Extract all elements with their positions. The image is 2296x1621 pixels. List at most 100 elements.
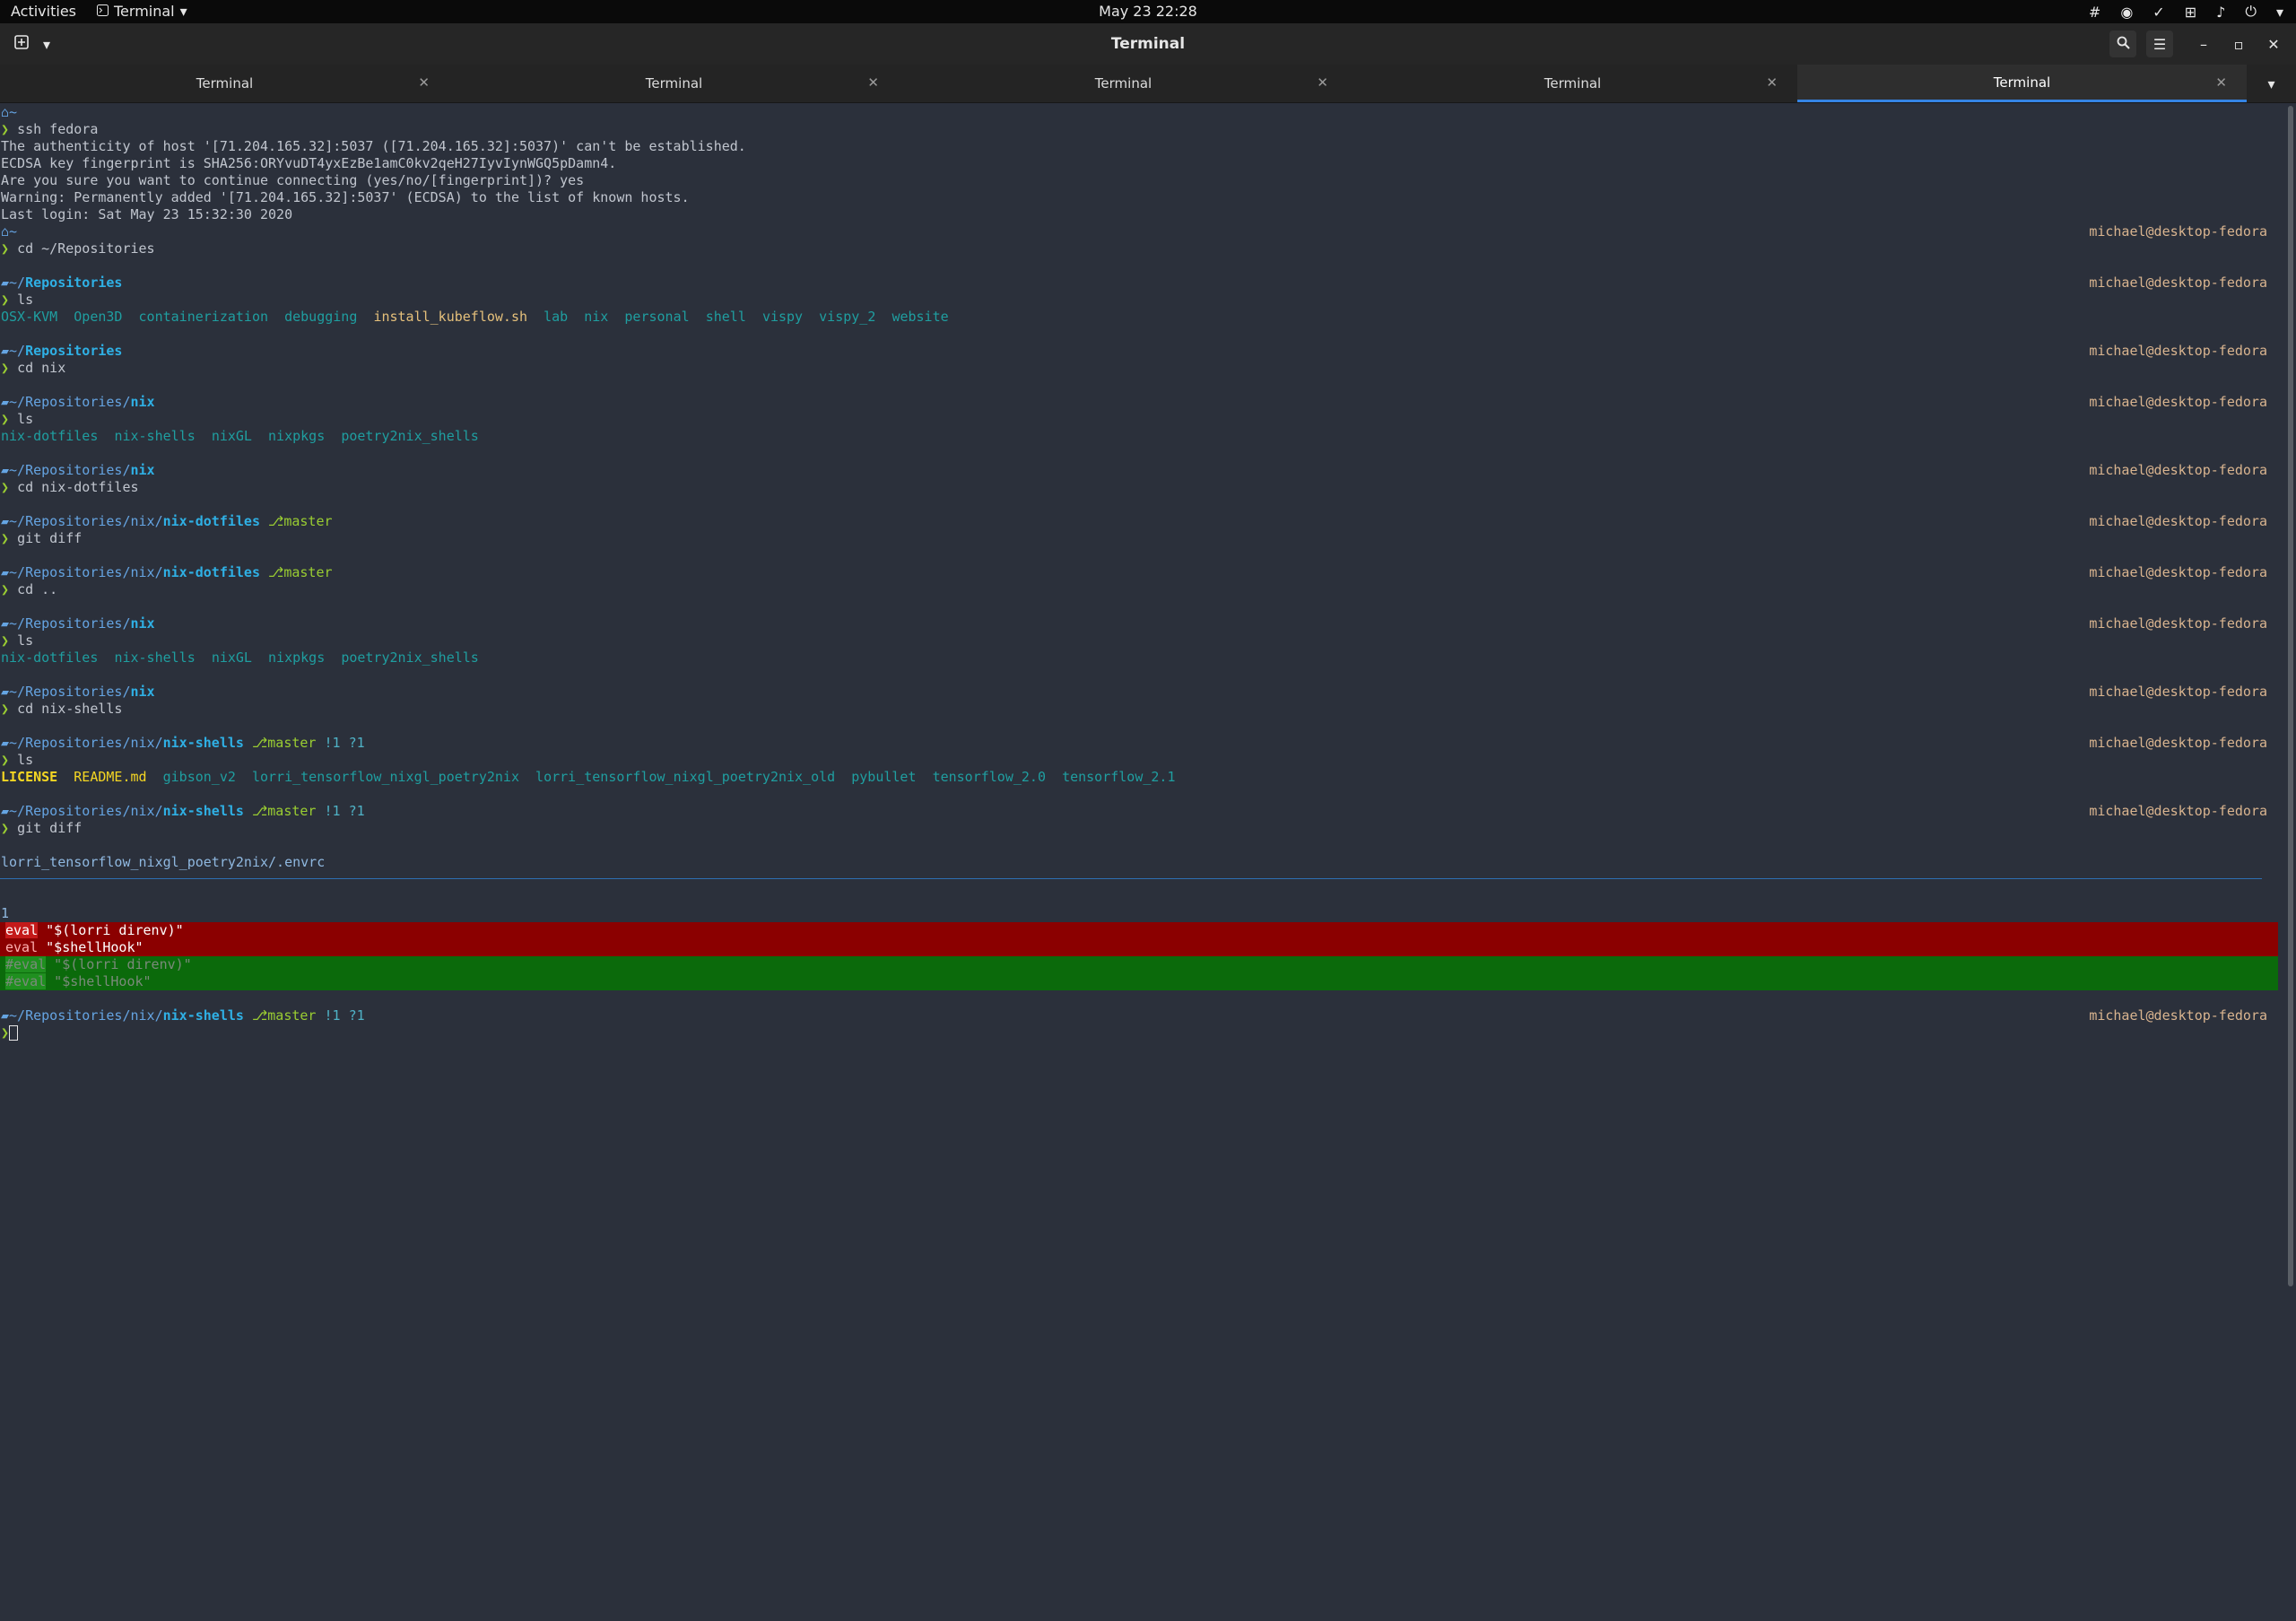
ls-entry: tensorflow_2.0 <box>932 769 1046 785</box>
prompt-char: ❯ <box>1 701 10 717</box>
diff-removed-line <box>0 922 2278 939</box>
command-text: cd .. <box>17 581 58 597</box>
command-text: ls <box>17 752 34 768</box>
command-line: ❯ ls <box>1 752 33 769</box>
home-icon: ⌂ <box>1 223 10 240</box>
prompt-char: ❯ <box>1 820 10 836</box>
folder-icon: ▰ <box>1 394 10 410</box>
prompt-char: ❯ <box>1 1024 10 1041</box>
prompt-host: michael@desktop-fedora <box>2089 462 2267 478</box>
command-text: cd nix-shells <box>17 701 123 717</box>
path-current: Repositories <box>25 343 123 359</box>
network-icon[interactable]: ⊞ <box>2185 4 2196 21</box>
discord-icon[interactable]: ◉ <box>2120 4 2133 21</box>
diff-removed-text: eval "$(lorri direnv)" <box>5 922 184 939</box>
command-text: cd nix-dotfiles <box>17 479 139 495</box>
tab-terminal-1[interactable]: Terminal ✕ <box>0 65 449 102</box>
power-icon[interactable]: ⏻ <box>2245 3 2257 21</box>
command-line: ❯ ls <box>1 411 33 428</box>
close-tab-icon[interactable]: ✕ <box>1317 74 1328 91</box>
ls-entry: debugging <box>284 309 358 325</box>
diff-keyword: eval <box>5 939 39 955</box>
path-text: ~/Repositories/nix/ <box>9 735 163 751</box>
diff-file-name: lorri_tensorflow_nixgl_poetry2nix/.envrc <box>1 854 326 870</box>
ls-entry: lorri_tensorflow_nixgl_poetry2nix <box>251 769 519 785</box>
command-line: ❯ cd nix-dotfiles <box>1 479 139 496</box>
tab-label: Terminal <box>1544 75 1602 92</box>
path-text: ~/Repositories/ <box>9 684 131 700</box>
path-text: ~/Repositories/nix/ <box>9 1007 163 1024</box>
maximize-button[interactable]: ▫ <box>2225 31 2252 57</box>
path-text: ~ <box>9 104 18 120</box>
diff-added-text: #eval "$(lorri direnv)" <box>5 956 192 973</box>
system-top-bar: Activities Terminal ▾ May 23 22:28 # ◉ ✓… <box>0 0 2296 23</box>
ls-entry: nix-shells <box>114 649 196 666</box>
path-current: nix-shells <box>162 735 244 751</box>
minimize-button[interactable]: – <box>2190 31 2217 57</box>
diff-added-text: #eval "$shellHook" <box>5 973 152 990</box>
tab-label: Terminal <box>196 75 254 92</box>
command-line[interactable]: ❯ <box>1 1024 19 1041</box>
command-text: cd ~/Repositories <box>17 240 155 257</box>
command-line: ❯ git diff <box>1 530 82 547</box>
diff-hunk-line: 1 <box>1 905 10 921</box>
ls-entry: Open3D <box>74 309 123 325</box>
close-tab-icon[interactable]: ✕ <box>867 74 879 91</box>
ls-entry: nix-dotfiles <box>1 649 99 666</box>
command-text: cd nix <box>17 360 66 376</box>
command-line: ❯ cd ~/Repositories <box>1 240 155 257</box>
prompt-char: ❯ <box>1 360 10 376</box>
tab-terminal-4[interactable]: Terminal ✕ <box>1348 65 1797 102</box>
diff-keyword: #eval <box>5 973 47 989</box>
ls-entry: nix-shells <box>114 428 196 444</box>
diff-keyword: eval <box>5 922 39 938</box>
tab-terminal-5[interactable]: Terminal ✕ <box>1797 65 2247 102</box>
check-circle-icon[interactable]: ✓ <box>2152 4 2164 21</box>
chevron-down-icon[interactable]: ▾ <box>2276 4 2283 21</box>
scrollbar-thumb[interactable] <box>2288 106 2293 1286</box>
menu-button[interactable]: ☰ <box>2146 31 2173 57</box>
terminal-scrollbar[interactable] <box>2287 104 2294 1288</box>
prompt-path: ⌂~ <box>1 223 17 240</box>
tab-terminal-2[interactable]: Terminal ✕ <box>449 65 899 102</box>
prompt-host: michael@desktop-fedora <box>2089 803 2267 819</box>
diff-removed-line <box>0 939 2278 956</box>
system-tray[interactable]: # ◉ ✓ ⊞ ♪ ⏻ ▾ <box>2089 3 2283 21</box>
tab-label: Terminal <box>1094 75 1152 92</box>
command-line: ❯ ssh fedora <box>1 121 98 138</box>
git-branch: master <box>267 803 317 819</box>
ls-entry: pybullet <box>851 769 917 785</box>
search-button[interactable] <box>2109 31 2136 57</box>
ls-entry: install_kubeflow.sh <box>373 309 528 325</box>
diff-keyword: #eval <box>5 956 47 972</box>
terminal-output[interactable]: ⌂~ ❯ ssh fedora The authenticity of host… <box>0 104 2278 1292</box>
tab-list-button[interactable]: ▾ <box>2247 65 2296 102</box>
close-tab-icon[interactable]: ✕ <box>2215 74 2227 91</box>
prompt-host: michael@desktop-fedora <box>2089 615 2267 632</box>
path-current: nix <box>130 394 155 410</box>
slack-icon[interactable]: # <box>2089 4 2100 21</box>
prompt-host: michael@desktop-fedora <box>2089 223 2267 240</box>
ls-entry: website <box>891 309 949 325</box>
path-current: nix-shells <box>162 1007 244 1024</box>
close-window-button[interactable]: ✕ <box>2260 31 2287 57</box>
ls-entry: shell <box>705 309 746 325</box>
volume-icon[interactable]: ♪ <box>2216 4 2225 21</box>
close-tab-icon[interactable]: ✕ <box>418 74 430 91</box>
git-status: !1 ?1 <box>324 803 365 819</box>
search-icon <box>2117 36 2130 53</box>
close-tab-icon[interactable]: ✕ <box>1766 74 1778 91</box>
prompt-char: ❯ <box>1 530 10 546</box>
command-text: git diff <box>17 820 83 836</box>
prompt-path: ▰~/Repositories/nix <box>1 615 155 632</box>
prompt-path: ▰~/Repositories/nix/nix-dotfiles ⎇master <box>1 513 333 530</box>
tab-terminal-3[interactable]: Terminal ✕ <box>899 65 1348 102</box>
git-status: !1 ?1 <box>324 1007 365 1024</box>
path-text: ~/Repositories/ <box>9 462 131 478</box>
git-branch: master <box>283 513 333 529</box>
ls-entry: gibson_v2 <box>162 769 236 785</box>
folder-icon: ▰ <box>1 513 10 529</box>
output-line: The authenticity of host '[71.204.165.32… <box>1 138 746 154</box>
clock[interactable]: May 23 22:28 <box>0 3 2296 20</box>
command-text: ls <box>17 292 34 308</box>
